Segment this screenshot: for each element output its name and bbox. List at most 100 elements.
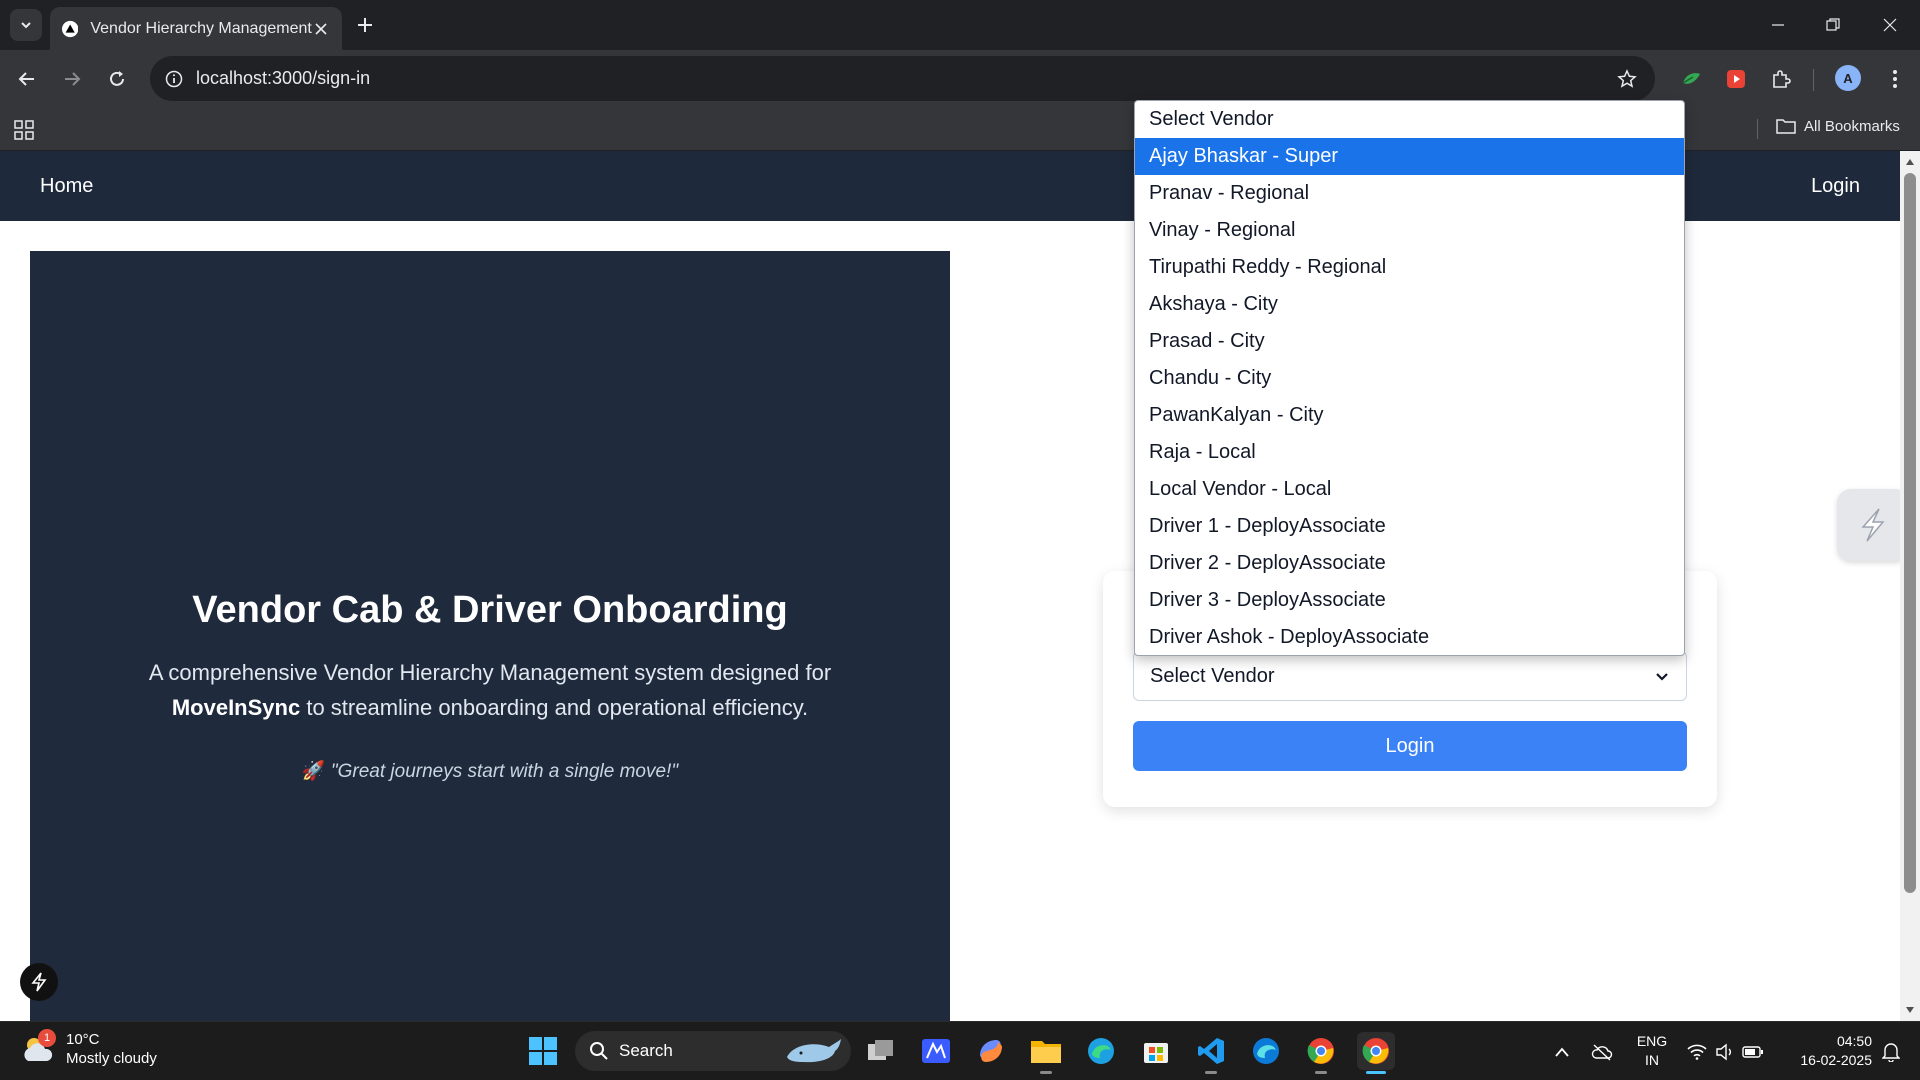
battery-status[interactable] [1740,1022,1766,1080]
nav-login-link[interactable]: Login [1811,175,1860,198]
taskbar-app-edge-dev[interactable] [1247,1032,1285,1070]
taskbar-app-file-explorer[interactable] [1027,1032,1065,1074]
chevron-up-icon [1555,1047,1569,1057]
taskbar-app-chrome-profile[interactable] [1357,1032,1395,1074]
bell-icon [1882,1042,1900,1062]
bookmark-star-button[interactable] [1615,67,1639,91]
star-icon [1617,69,1637,88]
toolbar-separator [1813,69,1814,91]
back-button[interactable] [12,64,42,94]
scroll-down-arrow[interactable] [1905,1005,1915,1015]
onedrive-status-button[interactable] [1588,1022,1616,1080]
vendor-dropdown-list: Select Vendor Ajay Bhaskar - Super Pranav … [1134,100,1685,656]
minimize-button[interactable] [1760,10,1796,40]
apps-grid-icon[interactable] [12,118,36,142]
start-button[interactable] [524,1032,562,1070]
taskbar-app-copilot[interactable] [972,1032,1010,1070]
taskbar-app-vscode[interactable] [1192,1032,1230,1074]
system-clock[interactable]: 04:50 16-02-2025 [1782,1032,1872,1070]
show-hidden-icons-button[interactable] [1550,1022,1574,1080]
scroll-up-arrow[interactable] [1905,157,1915,167]
taskbar-search-label: Search [619,1041,673,1060]
dropdown-option[interactable]: Prasad - City [1135,323,1684,360]
address-bar[interactable]: localhost:3000/sign-in [150,56,1655,101]
dev-tools-badge[interactable] [20,963,58,1001]
reload-button[interactable] [102,64,132,94]
dropdown-option[interactable]: Driver 2 - DeployAssociate [1135,545,1684,582]
vendor-select[interactable]: Select Vendor [1133,651,1687,701]
hero-description: A comprehensive Vendor Hierarchy Managem… [120,655,860,725]
tab-search-button[interactable] [10,9,42,41]
taskbar-app-edge[interactable] [1082,1032,1120,1070]
speaker-icon [1716,1043,1731,1060]
scrollbar-thumb[interactable] [1904,173,1916,893]
dropdown-option[interactable]: Pranav - Regional [1135,175,1684,212]
bolt-icon [31,972,47,992]
new-tab-button[interactable] [352,12,378,38]
record-icon [1727,70,1745,88]
dropdown-option[interactable]: Vinay - Regional [1135,212,1684,249]
browser-menu-button[interactable] [1881,65,1909,93]
dropdown-option[interactable]: Ajay Bhaskar - Super [1135,138,1684,175]
task-view-button[interactable] [862,1032,900,1070]
all-bookmarks-button[interactable]: All Bookmarks [1776,117,1900,135]
close-icon [1883,18,1897,32]
hero-description-prefix: A comprehensive Vendor Hierarchy Managem… [148,660,832,685]
chevron-down-icon [1656,673,1668,681]
hero-description-suffix: to streamline onboarding and operational… [306,695,809,720]
restore-button[interactable] [1815,10,1851,40]
search-highlight-whale-icon [787,1039,841,1063]
store-icon [1144,1043,1168,1063]
profile-avatar[interactable]: A [1835,65,1861,91]
info-icon [165,70,183,88]
reload-icon [110,71,124,86]
extension-grammarly-button[interactable] [1677,65,1705,93]
extensions-menu-button[interactable] [1767,65,1795,93]
dropdown-option[interactable]: Tirupathi Reddy - Regional [1135,249,1684,286]
language-indicator[interactable]: ENG IN [1634,1032,1670,1070]
dropdown-option[interactable]: PawanKalyan - City [1135,397,1684,434]
task-view-icon [868,1040,893,1060]
taskbar-app-chrome[interactable] [1302,1032,1340,1074]
taskbar-app-pad[interactable] [917,1032,955,1070]
wifi-status[interactable] [1684,1022,1710,1080]
nav-home-link[interactable]: Home [40,175,93,198]
login-button[interactable]: Login [1133,721,1687,771]
hero-brand: MoveInSync [171,695,301,720]
tab-close-button[interactable] [312,19,330,39]
taskbar-search[interactable]: Search [575,1031,851,1071]
dropdown-option[interactable]: Chandu - City [1135,360,1684,397]
dropdown-option[interactable]: Akshaya - City [1135,286,1684,323]
volume-status[interactable] [1712,1022,1738,1080]
notifications-button[interactable] [1878,1022,1904,1080]
weather-badge: 1 [38,1029,56,1047]
floating-assistant-button[interactable] [1837,489,1900,561]
weather-widget[interactable]: 1 10°C Mostly cloudy [20,1029,157,1068]
cloudy-weather-icon: 1 [20,1029,56,1067]
dropdown-option[interactable]: Select Vendor [1135,101,1684,138]
chrome-icon [1362,1038,1389,1064]
running-indicator [1205,1071,1217,1074]
clock-date: 16-02-2025 [1800,1052,1872,1068]
extension-recorder-button[interactable] [1722,65,1750,93]
windows-taskbar: 1 10°C Mostly cloudy Search ENG IN 04:50… [0,1021,1920,1080]
folder-icon [1776,119,1796,134]
browser-tab-active[interactable]: Vendor Hierarchy Management [50,7,342,50]
copilot-icon [980,1040,1002,1062]
page-scrollbar[interactable] [1900,151,1920,1021]
dropdown-option[interactable]: Driver 1 - DeployAssociate [1135,508,1684,545]
close-window-button[interactable] [1872,10,1908,40]
hero-quote-text: "Great journeys start with a single move… [330,761,679,782]
active-indicator [1366,1071,1386,1074]
taskbar-app-store[interactable] [1137,1032,1175,1070]
puzzle-icon [1773,70,1791,88]
arrow-left-icon [18,72,34,86]
dropdown-option[interactable]: Raja - Local [1135,434,1684,471]
dropdown-option[interactable]: Local Vendor - Local [1135,471,1684,508]
dropdown-option[interactable]: Driver 3 - DeployAssociate [1135,582,1684,619]
dropdown-option[interactable]: Driver Ashok - DeployAssociate [1135,619,1684,655]
minimize-icon [1772,24,1784,26]
forward-button[interactable] [57,64,87,94]
weather-temperature: 10°C [66,1031,100,1048]
site-info-button[interactable] [162,67,186,91]
